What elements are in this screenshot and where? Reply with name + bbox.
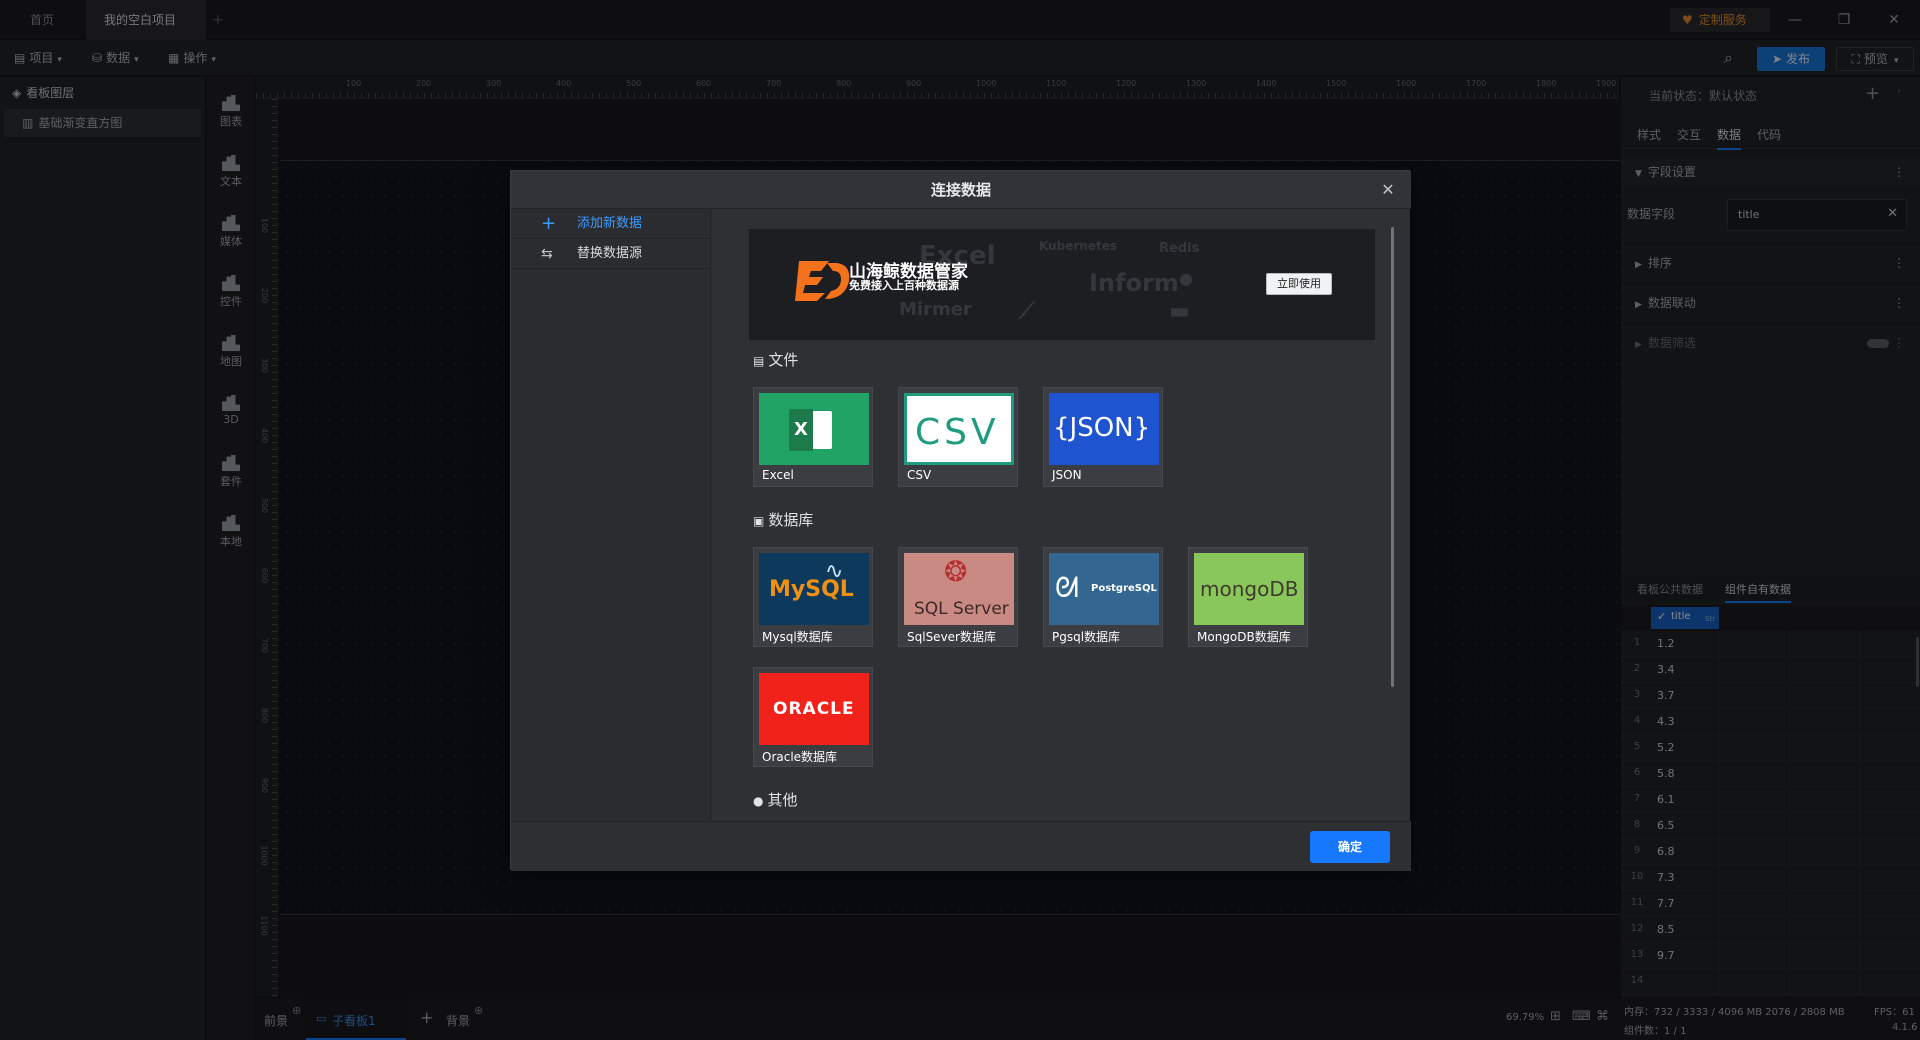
mysql-tile[interactable]: MySQL ∿ Mysql数据库 bbox=[753, 547, 873, 647]
plus-icon: + bbox=[541, 213, 557, 234]
dialog-footer: 确定 bbox=[511, 821, 1411, 871]
database-icon: ▣ bbox=[753, 514, 765, 528]
json-logo: {JSON} bbox=[1049, 393, 1159, 465]
sqlserver-logo: ❂ SQL Server bbox=[904, 553, 1014, 625]
dialog-title: 连接数据 bbox=[930, 181, 991, 199]
dialog-header: 连接数据 bbox=[511, 171, 1411, 209]
connect-data-dialog: 连接数据 ✕ + 添加新数据 ⇆ 替换数据源 Excel Kubernetes Re… bbox=[510, 170, 1411, 871]
csv-tile[interactable]: CSV CSV bbox=[898, 387, 1018, 487]
add-new-data-item[interactable]: + 添加新数据 bbox=[511, 209, 711, 239]
banner-subtitle: 免费接入上百种数据源 bbox=[849, 279, 959, 292]
pgsql-tile[interactable]: ᘛ PostgreSQL Pgsql数据库 bbox=[1043, 547, 1163, 647]
dolphin-icon: ∿ bbox=[825, 559, 844, 584]
json-tile[interactable]: {JSON} JSON bbox=[1043, 387, 1163, 487]
section-other: ● 其他 bbox=[753, 791, 798, 809]
replace-datasource-item[interactable]: ⇆ 替换数据源 bbox=[511, 239, 711, 269]
elephant-icon: ᘛ bbox=[1055, 571, 1079, 604]
sqlserver-tile[interactable]: ❂ SQL Server SqlSever数据库 bbox=[898, 547, 1018, 647]
excel-logo: X bbox=[759, 393, 869, 465]
server-icon: ❂ bbox=[944, 555, 968, 588]
use-now-button[interactable]: 立即使用 bbox=[1266, 273, 1332, 295]
section-database: ▣ 数据库 bbox=[753, 511, 814, 529]
dialog-sidebar: + 添加新数据 ⇆ 替换数据源 bbox=[511, 209, 711, 821]
mongodb-logo: mongoDB bbox=[1194, 553, 1304, 625]
file-icon: ▤ bbox=[753, 354, 765, 368]
close-icon[interactable]: ✕ bbox=[1379, 181, 1397, 199]
excel-tile[interactable]: X Excel bbox=[753, 387, 873, 487]
oracle-logo: ORACLE bbox=[759, 673, 869, 745]
dialog-content: Excel Kubernetes Redis Inform ● Mirmer ⟋… bbox=[712, 209, 1410, 821]
oracle-tile[interactable]: ORACLE Oracle数据库 bbox=[753, 667, 873, 767]
section-file: ▤ 文件 bbox=[753, 351, 799, 369]
pgsql-logo: ᘛ PostgreSQL bbox=[1049, 553, 1159, 625]
confirm-button[interactable]: 确定 bbox=[1310, 831, 1390, 863]
mongodb-tile[interactable]: mongoDB MongoDB数据库 bbox=[1188, 547, 1308, 647]
mysql-logo: MySQL ∿ bbox=[759, 553, 869, 625]
logo-icon bbox=[795, 261, 850, 301]
swap-icon: ⇆ bbox=[541, 246, 553, 262]
csv-logo: CSV bbox=[904, 393, 1014, 465]
promo-banner[interactable]: Excel Kubernetes Redis Inform ● Mirmer ⟋… bbox=[749, 229, 1375, 340]
dialog-scrollbar[interactable] bbox=[1391, 227, 1394, 687]
other-icon: ● bbox=[753, 794, 764, 808]
